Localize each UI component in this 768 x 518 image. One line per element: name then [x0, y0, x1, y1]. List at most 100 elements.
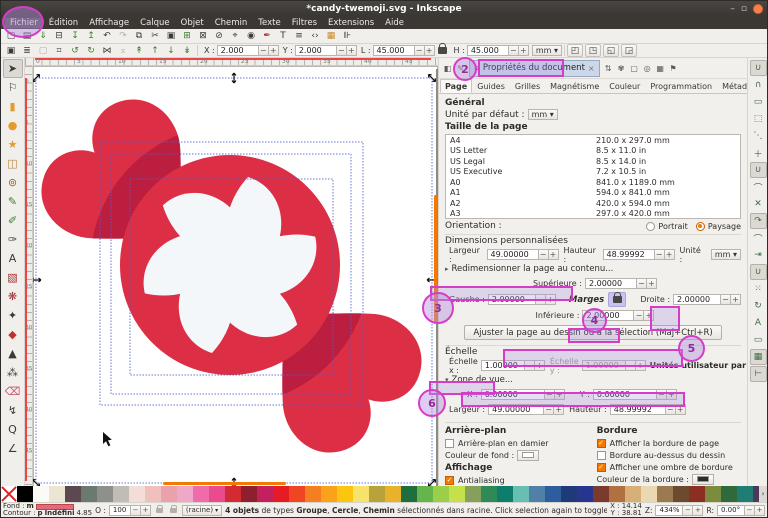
- palette-swatch-24[interactable]: [385, 486, 401, 502]
- page-size-row-a0[interactable]: A0841.0 x 1189.0 mm: [446, 177, 740, 188]
- rotation-field[interactable]: 0.00°−+: [717, 505, 765, 516]
- selector-tool[interactable]: ➤: [3, 59, 23, 78]
- snap-arc-icon[interactable]: ⌒: [750, 230, 767, 246]
- affect-gradient-icon[interactable]: ◲: [621, 44, 637, 57]
- fill-stroke-icon[interactable]: ✒: [259, 30, 275, 43]
- width-field[interactable]: 45.000−+: [373, 45, 435, 56]
- drawing-canvas[interactable]: [33, 66, 438, 486]
- palette-swatch-40[interactable]: [641, 486, 657, 502]
- palette-swatch-26[interactable]: [417, 486, 433, 502]
- export-icon[interactable]: ↥: [83, 30, 99, 43]
- paste-icon[interactable]: ▣: [163, 30, 179, 43]
- panel-tab-page[interactable]: Page: [440, 79, 472, 93]
- palette-swatch-none[interactable]: [1, 486, 17, 502]
- bbox-toggle-icon[interactable]: ⌗: [51, 44, 67, 57]
- clone-icon[interactable]: ⊠: [195, 30, 211, 43]
- spray-tool[interactable]: ⁂: [3, 363, 23, 382]
- snap-guide-icon[interactable]: ⊢: [750, 366, 767, 382]
- print-icon[interactable]: ⊟: [51, 30, 67, 43]
- tweak-tool[interactable]: ❋: [3, 287, 23, 306]
- gradient-tool[interactable]: ▧: [3, 268, 23, 287]
- select-original-icon[interactable]: ⌖: [227, 30, 243, 43]
- page-size-row-a2[interactable]: A2420.0 x 594.0 mm: [446, 198, 740, 209]
- panel-tab-magnétisme[interactable]: Magnétisme: [545, 79, 604, 93]
- palette-swatch-28[interactable]: [449, 486, 465, 502]
- lower-bottom-icon[interactable]: ↡: [179, 44, 195, 57]
- select-all-layers-icon[interactable]: ≣: [19, 44, 35, 57]
- stroke-width[interactable]: 4.85: [76, 510, 92, 517]
- palette-swatch-2[interactable]: [33, 486, 49, 502]
- spiral-tool[interactable]: ⊚: [3, 173, 23, 192]
- palette-swatch-17[interactable]: [273, 486, 289, 502]
- connector-tool[interactable]: ↯: [3, 401, 23, 420]
- swatches-icon[interactable]: ⇅: [602, 62, 615, 75]
- fill-tool[interactable]: ▲: [3, 344, 23, 363]
- horizontal-ruler[interactable]: 051015202530354045: [25, 58, 438, 66]
- palette-swatch-16[interactable]: [257, 486, 273, 502]
- border-color-button[interactable]: [692, 474, 714, 485]
- tiles-icon[interactable]: ▦: [654, 62, 667, 75]
- snap-tangent-icon[interactable]: ↷: [750, 213, 767, 229]
- checker-bg-checkbox[interactable]: [445, 439, 454, 448]
- page-size-row-a4[interactable]: A4210.0 x 297.0 mm: [446, 135, 740, 146]
- minimize-button[interactable]: –: [730, 4, 735, 14]
- zoom-selection-icon[interactable]: ◉: [243, 30, 259, 43]
- box3d-tool[interactable]: ◫: [3, 154, 23, 173]
- menu-chemin[interactable]: Chemin: [210, 18, 253, 28]
- snap-bbox-edge-mid-icon[interactable]: ⋱: [750, 128, 767, 144]
- menu-aide[interactable]: Aide: [380, 18, 409, 28]
- snap-node-cusp-icon[interactable]: ⇥: [750, 247, 767, 263]
- pen-tool[interactable]: ✐: [3, 211, 23, 230]
- affect-corners-icon[interactable]: ◱: [603, 44, 619, 57]
- palette-swatch-43[interactable]: [689, 486, 705, 502]
- find-icon[interactable]: ◎: [641, 62, 654, 75]
- palette-swatch-30[interactable]: [481, 486, 497, 502]
- document-properties-icon[interactable]: ⊪: [339, 30, 355, 43]
- palette-swatch-22[interactable]: [353, 486, 369, 502]
- palette-swatch-38[interactable]: [609, 486, 625, 502]
- pencil-tool[interactable]: ✎: [3, 192, 23, 211]
- redo-icon[interactable]: ↷: [115, 30, 131, 43]
- snap-grid-icon[interactable]: ▦: [750, 349, 767, 365]
- unlink-clone-icon[interactable]: ⊘: [211, 30, 227, 43]
- panel-tab-programmation[interactable]: Programmation: [645, 79, 717, 93]
- palette-swatch-46[interactable]: [737, 486, 753, 502]
- snap-smooth-icon[interactable]: ∪: [750, 264, 767, 280]
- raise-icon[interactable]: ↑: [147, 44, 163, 57]
- layer-visibility-icon[interactable]: [156, 508, 163, 513]
- palette-swatch-8[interactable]: [129, 486, 145, 502]
- close-dialog-icon[interactable]: ×: [588, 64, 595, 73]
- page-size-list[interactable]: A4210.0 x 297.0 mmUS Letter8.5 x 11.0 in…: [445, 134, 741, 219]
- menu-texte[interactable]: Texte: [253, 18, 285, 28]
- droite-field[interactable]: 2.00000−+: [673, 294, 741, 305]
- palette-scroll-arrow-icon[interactable]: ›: [759, 486, 767, 502]
- layer-dropdown[interactable]: (racine)▾: [182, 505, 222, 516]
- paysage-radio[interactable]: [696, 222, 705, 231]
- eraser-tool[interactable]: ⌫: [3, 382, 23, 401]
- snap-page-border-icon[interactable]: ▭: [750, 332, 767, 348]
- palette-swatch-45[interactable]: [721, 486, 737, 502]
- zoom-tool[interactable]: Q: [3, 420, 23, 439]
- snap-bbox-icon[interactable]: ∩: [750, 77, 767, 93]
- lock-ratio-icon[interactable]: [438, 47, 447, 54]
- measure-tool[interactable]: ∠: [3, 439, 23, 458]
- palette-swatch-33[interactable]: [529, 486, 545, 502]
- palette-swatch-35[interactable]: [561, 486, 577, 502]
- palette-swatch-36[interactable]: [577, 486, 593, 502]
- maximize-button[interactable]: ▫: [741, 4, 747, 14]
- palette-swatch-12[interactable]: [193, 486, 209, 502]
- rectangle-tool[interactable]: ▮: [3, 97, 23, 116]
- palette-swatch-20[interactable]: [321, 486, 337, 502]
- text-dialog-icon[interactable]: T: [275, 30, 291, 43]
- deselect-icon[interactable]: ▢: [35, 44, 51, 57]
- snap-rotation-center-icon[interactable]: ↻: [750, 298, 767, 314]
- zoom-field[interactable]: 434%−+: [655, 505, 703, 516]
- palette-swatch-6[interactable]: [97, 486, 113, 502]
- layers-dialog-icon[interactable]: ▦: [323, 30, 339, 43]
- superieure-field[interactable]: 2.00000−+: [585, 278, 657, 289]
- symbols-icon[interactable]: ✾: [615, 62, 628, 75]
- palette-swatch-29[interactable]: [465, 486, 481, 502]
- snap-text-baseline-icon[interactable]: A: [750, 315, 767, 331]
- palette-swatch-37[interactable]: [593, 486, 609, 502]
- menu-calque[interactable]: Calque: [135, 18, 175, 28]
